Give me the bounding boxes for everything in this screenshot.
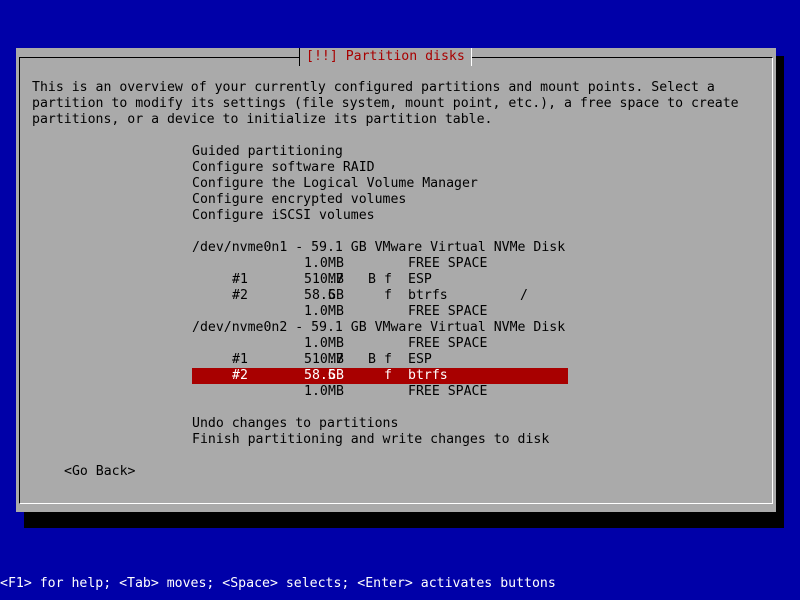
menu-item-configure-lvm[interactable]: Configure the Logical Volume Manager <box>192 176 478 192</box>
partition-filesystem: FREE SPACE <box>408 256 488 271</box>
partition-unit: GB <box>328 288 344 303</box>
menu-item-undo-changes[interactable]: Undo changes to partitions <box>192 416 398 432</box>
partition-format-flag: f <box>384 352 392 367</box>
partition-row[interactable]: #1 510.7 MB B f ESP <box>192 272 568 288</box>
partition-filesystem: FREE SPACE <box>408 304 488 319</box>
partition-size: 1.0 <box>304 256 328 271</box>
partition-number: #1 <box>232 352 248 367</box>
partition-row[interactable]: #1 510.7 MB B f ESP <box>192 352 568 368</box>
dialog-title-box: [!!] Partition disks <box>299 48 472 66</box>
partition-number: #2 <box>232 368 248 383</box>
partition-filesystem: FREE SPACE <box>408 384 488 399</box>
menu-item-guided-partitioning[interactable]: Guided partitioning <box>192 144 343 160</box>
partition-unit: MB <box>328 384 344 399</box>
partition-unit: MB <box>328 256 344 271</box>
partition-boot-flag: B <box>368 272 376 287</box>
partition-row[interactable]: 1.0 MB FREE SPACE <box>192 384 568 400</box>
partition-number: #2 <box>232 288 248 303</box>
partition-filesystem: btrfs <box>408 288 448 303</box>
description-line-1: This is an overview of your currently co… <box>32 80 715 95</box>
menu-item-finish-partitioning[interactable]: Finish partitioning and write changes to… <box>192 432 549 448</box>
partition-size: 1.0 <box>304 384 328 399</box>
partition-size: 1.0 <box>304 336 328 351</box>
partition-mount-point: / <box>520 288 528 303</box>
partition-row[interactable]: 1.0 MB FREE SPACE <box>192 336 568 352</box>
partition-filesystem: FREE SPACE <box>408 336 488 351</box>
partition-format-flag: f <box>384 368 392 383</box>
partition-unit: MB <box>328 304 344 319</box>
partition-unit: MB <box>328 352 344 367</box>
dialog-title: [!!] Partition disks <box>306 49 465 64</box>
partition-format-flag: f <box>384 272 392 287</box>
partition-row[interactable]: 1.0 MB FREE SPACE <box>192 304 568 320</box>
go-back-button[interactable]: <Go Back> <box>64 464 135 480</box>
partition-number: #1 <box>232 272 248 287</box>
help-bar: <F1> for help; <Tab> moves; <Space> sele… <box>0 576 556 591</box>
partition-row-selected[interactable]: #2 58.5 GB f btrfs <box>192 368 568 384</box>
partition-unit: MB <box>328 272 344 287</box>
partition-unit: GB <box>328 368 344 383</box>
partition-filesystem: ESP <box>408 352 432 367</box>
description-line-2: partition to modify its settings (file s… <box>32 96 739 111</box>
partition-unit: MB <box>328 336 344 351</box>
partition-dialog: [!!] Partition disks This is an overview… <box>16 48 776 512</box>
partition-row[interactable]: #2 58.5 GB f btrfs / <box>192 288 568 304</box>
menu-item-configure-software-raid[interactable]: Configure software RAID <box>192 160 375 176</box>
menu-item-configure-encrypted-volumes[interactable]: Configure encrypted volumes <box>192 192 406 208</box>
partition-boot-flag: B <box>368 352 376 367</box>
disk-header-nvme0n2[interactable]: /dev/nvme0n2 - 59.1 GB VMware Virtual NV… <box>192 320 565 336</box>
partition-filesystem: btrfs <box>408 368 448 383</box>
partition-format-flag: f <box>384 288 392 303</box>
partition-size: 1.0 <box>304 304 328 319</box>
description-line-3: partitions, or a device to initialize it… <box>32 112 493 127</box>
partition-row[interactable]: 1.0 MB FREE SPACE <box>192 256 568 272</box>
disk-header-nvme0n1[interactable]: /dev/nvme0n1 - 59.1 GB VMware Virtual NV… <box>192 240 565 256</box>
partition-filesystem: ESP <box>408 272 432 287</box>
menu-item-configure-iscsi-volumes[interactable]: Configure iSCSI volumes <box>192 208 375 224</box>
